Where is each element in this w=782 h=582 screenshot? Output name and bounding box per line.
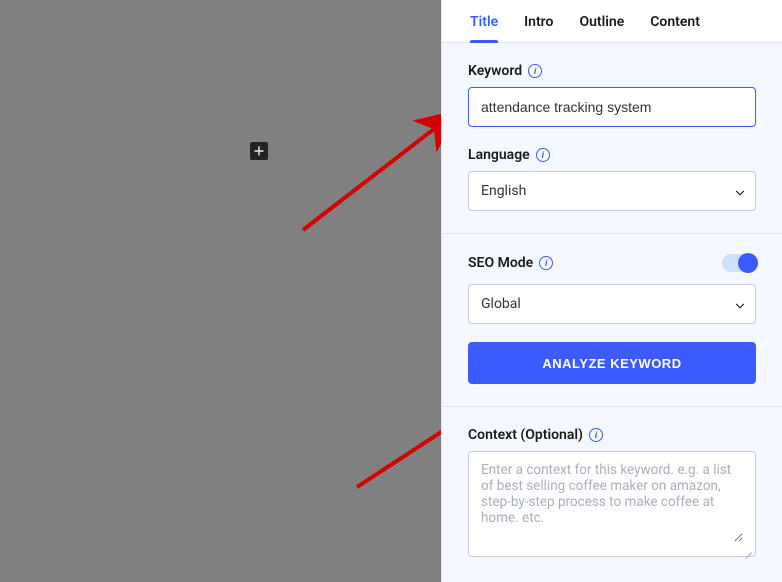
editor-canvas[interactable] xyxy=(0,0,441,582)
info-icon[interactable] xyxy=(539,256,553,270)
tab-title[interactable]: Title xyxy=(470,14,498,42)
annotation-arrow-1 xyxy=(0,0,441,582)
keyword-section: Keyword Language English xyxy=(442,43,782,234)
resize-handle-icon[interactable] xyxy=(743,544,752,553)
context-label: Context (Optional) xyxy=(468,427,583,443)
tab-intro[interactable]: Intro xyxy=(524,14,553,42)
language-label: Language xyxy=(468,147,530,163)
language-select[interactable]: English xyxy=(468,171,756,211)
chevron-down-icon xyxy=(733,186,743,196)
tab-outline[interactable]: Outline xyxy=(579,14,624,42)
annotation-arrow-2 xyxy=(0,0,441,582)
app-root: Title Intro Outline Content Keyword Lang… xyxy=(0,0,782,582)
seo-mode-label: SEO Mode xyxy=(468,255,533,271)
seo-scope-value: Global xyxy=(481,296,521,312)
panel-tabs: Title Intro Outline Content xyxy=(442,0,782,43)
plus-icon xyxy=(254,146,264,156)
seo-section: SEO Mode Global ANALYZE KEYWORD xyxy=(442,234,782,407)
tab-content[interactable]: Content xyxy=(650,14,700,42)
seo-scope-select[interactable]: Global xyxy=(468,284,756,324)
info-icon[interactable] xyxy=(589,428,603,442)
context-textarea[interactable] xyxy=(481,462,743,542)
info-icon[interactable] xyxy=(528,64,542,78)
add-block-button[interactable] xyxy=(250,142,268,160)
context-textarea-wrap xyxy=(468,451,756,557)
keyword-input[interactable] xyxy=(481,99,743,115)
settings-panel: Title Intro Outline Content Keyword Lang… xyxy=(441,0,782,582)
panel-scroll[interactable]: Keyword Language English xyxy=(442,43,782,582)
keyword-label: Keyword xyxy=(468,63,522,79)
info-icon[interactable] xyxy=(536,148,550,162)
chevron-down-icon xyxy=(733,299,743,309)
context-section: Context (Optional) xyxy=(442,407,782,579)
keyword-input-wrap xyxy=(468,87,756,127)
toggle-knob xyxy=(738,253,758,273)
analyze-keyword-button[interactable]: ANALYZE KEYWORD xyxy=(468,342,756,384)
language-value: English xyxy=(481,183,526,199)
seo-mode-toggle[interactable] xyxy=(722,254,756,272)
